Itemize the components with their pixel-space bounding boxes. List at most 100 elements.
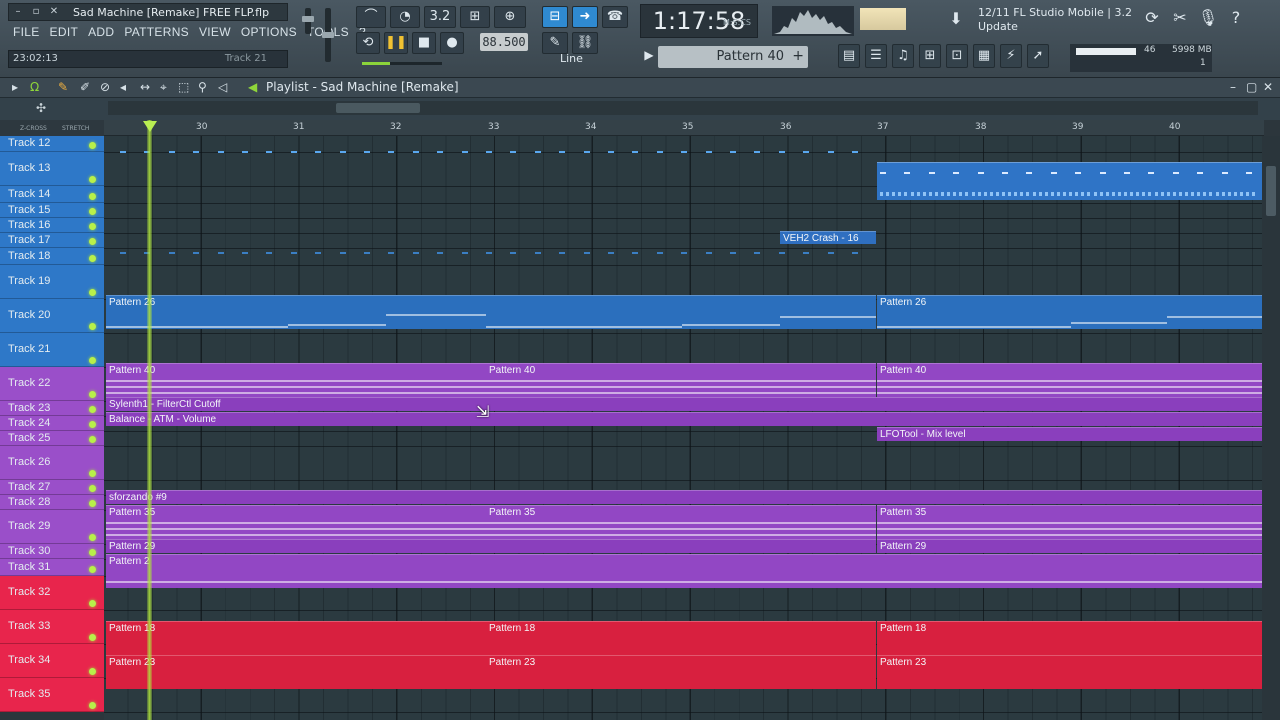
track-header[interactable]: Track 28 xyxy=(0,495,104,510)
track-header[interactable]: Track 26 xyxy=(0,446,104,480)
playlist-clip[interactable]: Pattern 18 xyxy=(486,621,876,655)
timeline-ruler[interactable]: 30 31 32 33 34 35 36 37 38 39 40 xyxy=(104,120,1264,136)
snap-selector[interactable]: Line xyxy=(560,52,583,65)
menu-view[interactable]: VIEW xyxy=(194,25,236,41)
track-header[interactable]: Track 18 xyxy=(0,248,104,265)
track-enable-led-icon[interactable] xyxy=(89,223,96,230)
track-enable-led-icon[interactable] xyxy=(89,549,96,556)
track-header[interactable]: Track 33 xyxy=(0,610,104,644)
forward-arrow-icon[interactable]: ➜ xyxy=(572,6,598,28)
song-mode-icon[interactable]: ⟲ xyxy=(356,32,380,54)
track-enable-led-icon[interactable] xyxy=(89,485,96,492)
horizontal-scrollbar[interactable] xyxy=(108,101,1258,115)
track-header[interactable]: Track 31 xyxy=(0,559,104,576)
track-header[interactable]: Track 14 xyxy=(0,186,104,203)
link-icon[interactable]: ⛓ xyxy=(572,32,598,54)
play-pattern-icon[interactable]: ▶ xyxy=(640,48,658,68)
stretch-label[interactable]: STRETCH xyxy=(62,125,89,132)
track-enable-led-icon[interactable] xyxy=(89,406,96,413)
playlist-clip[interactable]: Pattern 23 xyxy=(877,655,1262,689)
playlist-clip[interactable]: VEH2 Crash - 16 xyxy=(780,231,876,244)
playhead-line[interactable] xyxy=(147,120,152,720)
slice-tool-icon[interactable]: ⌖ xyxy=(160,80,167,95)
pause-icon[interactable]: ❚❚ xyxy=(384,32,408,54)
track-header[interactable]: Track 29 xyxy=(0,510,104,544)
playlist-clip[interactable]: Pattern 23 xyxy=(106,655,486,689)
playlist-clip[interactable]: Pattern 40 xyxy=(877,363,1262,397)
automation-clip[interactable]: LFOTool - Mix level xyxy=(877,427,1262,441)
paint-tool-icon[interactable]: ✐ xyxy=(80,80,90,94)
menu-edit[interactable]: EDIT xyxy=(45,25,84,41)
track-enable-led-icon[interactable] xyxy=(89,208,96,215)
select-tool-icon[interactable]: ⬚ xyxy=(178,80,189,94)
playlist-close-icon[interactable]: ✕ xyxy=(1263,80,1273,94)
track-enable-led-icon[interactable] xyxy=(89,534,96,541)
track-header[interactable]: Track 35 xyxy=(0,678,104,712)
plug-icon[interactable]: ⚡ xyxy=(1000,44,1022,68)
pattern-selector[interactable]: Pattern 40 + xyxy=(658,46,808,68)
track-header[interactable]: Track 15 xyxy=(0,203,104,218)
track-enable-led-icon[interactable] xyxy=(89,323,96,330)
playlist-clip[interactable]: Pattern 40 xyxy=(486,363,876,397)
step-edit-icon[interactable]: ⊞ xyxy=(460,6,490,28)
menu-options[interactable]: OPTIONS xyxy=(236,25,302,41)
menu-file[interactable]: FILE xyxy=(8,25,45,41)
playlist-icon[interactable]: ⊞ xyxy=(919,44,941,68)
playlist-clip[interactable]: Pattern 35 xyxy=(877,505,1262,539)
add-pattern-icon[interactable]: + xyxy=(792,48,804,64)
track-enable-led-icon[interactable] xyxy=(89,436,96,443)
track-header[interactable]: Track 27 xyxy=(0,480,104,495)
track-enable-led-icon[interactable] xyxy=(89,357,96,364)
crosshair-icon[interactable]: ✣ xyxy=(36,101,46,115)
track-enable-led-icon[interactable] xyxy=(89,600,96,607)
minimize-icon[interactable]: – xyxy=(11,6,25,18)
track-enable-led-icon[interactable] xyxy=(89,566,96,573)
playlist-play-icon[interactable]: ◀ xyxy=(248,80,257,94)
playlist-clip[interactable]: Pattern 23 xyxy=(486,655,876,689)
mute-tool-icon[interactable]: ◂ xyxy=(120,80,126,94)
piano-roll-icon[interactable]: ♫ xyxy=(892,44,914,68)
track-enable-led-icon[interactable] xyxy=(89,391,96,398)
record-icon[interactable]: ● xyxy=(440,32,464,54)
playlist-clip[interactable]: Pattern 40 xyxy=(106,363,486,397)
mode-button[interactable]: 3.2 xyxy=(424,6,456,28)
help-icon[interactable]: ? xyxy=(1224,6,1248,30)
playlist-clip[interactable]: Pattern 35 xyxy=(486,505,876,539)
wait-for-input-icon[interactable]: ◔ xyxy=(390,6,420,28)
automation-clip[interactable]: Balance - ATM - Volume xyxy=(106,412,1262,426)
track-header[interactable]: Track 25 xyxy=(0,431,104,446)
track-enable-led-icon[interactable] xyxy=(89,421,96,428)
playlist-minimize-icon[interactable]: – xyxy=(1230,80,1236,94)
delete-tool-icon[interactable]: ⊘ xyxy=(100,80,110,94)
playlist-clip[interactable]: Pattern 35 xyxy=(106,505,486,539)
zoom-tool-icon[interactable]: ⚲ xyxy=(198,80,207,94)
track-enable-led-icon[interactable] xyxy=(89,142,96,149)
vertical-scrollbar[interactable] xyxy=(1262,136,1280,720)
track-enable-led-icon[interactable] xyxy=(89,238,96,245)
track-header[interactable]: Track 24 xyxy=(0,416,104,431)
channel-rack-icon[interactable]: ☰ xyxy=(865,44,887,68)
microphone-input-icon[interactable]: 🎙 xyxy=(1196,6,1220,30)
track-enable-led-icon[interactable] xyxy=(89,193,96,200)
countdown-icon[interactable]: ⊕ xyxy=(494,6,526,28)
magnet-icon[interactable]: Ω xyxy=(30,80,39,94)
track-header[interactable]: Track 20 xyxy=(0,299,104,333)
slip-tool-icon[interactable]: ↔ xyxy=(140,80,150,94)
track-header[interactable]: Track 21 xyxy=(0,333,104,367)
track-header[interactable]: Track 16 xyxy=(0,218,104,233)
cut-icon[interactable]: ✂ xyxy=(1168,6,1192,30)
snap-icon[interactable]: ⊟ xyxy=(542,6,568,28)
draw-tool-icon[interactable]: ✎ xyxy=(58,80,68,94)
playlist-clip[interactable]: Pattern 26 xyxy=(877,295,1262,329)
master-volume-slider[interactable] xyxy=(302,8,314,34)
mixer-icon[interactable]: ▤ xyxy=(838,44,860,68)
track-header[interactable]: Track 22 xyxy=(0,367,104,401)
menu-patterns[interactable]: PATTERNS xyxy=(119,25,194,41)
track-header[interactable]: Track 17 xyxy=(0,233,104,248)
playlist-clip[interactable]: Pattern 26 xyxy=(106,295,876,329)
track-enable-led-icon[interactable] xyxy=(89,289,96,296)
vertical-scroll-thumb[interactable] xyxy=(1266,166,1276,216)
playlist-clip[interactable]: Pattern 18 xyxy=(877,621,1262,655)
browser-icon[interactable]: ⊡ xyxy=(946,44,968,68)
playlist-clip[interactable]: Pattern 29 xyxy=(877,539,1262,553)
